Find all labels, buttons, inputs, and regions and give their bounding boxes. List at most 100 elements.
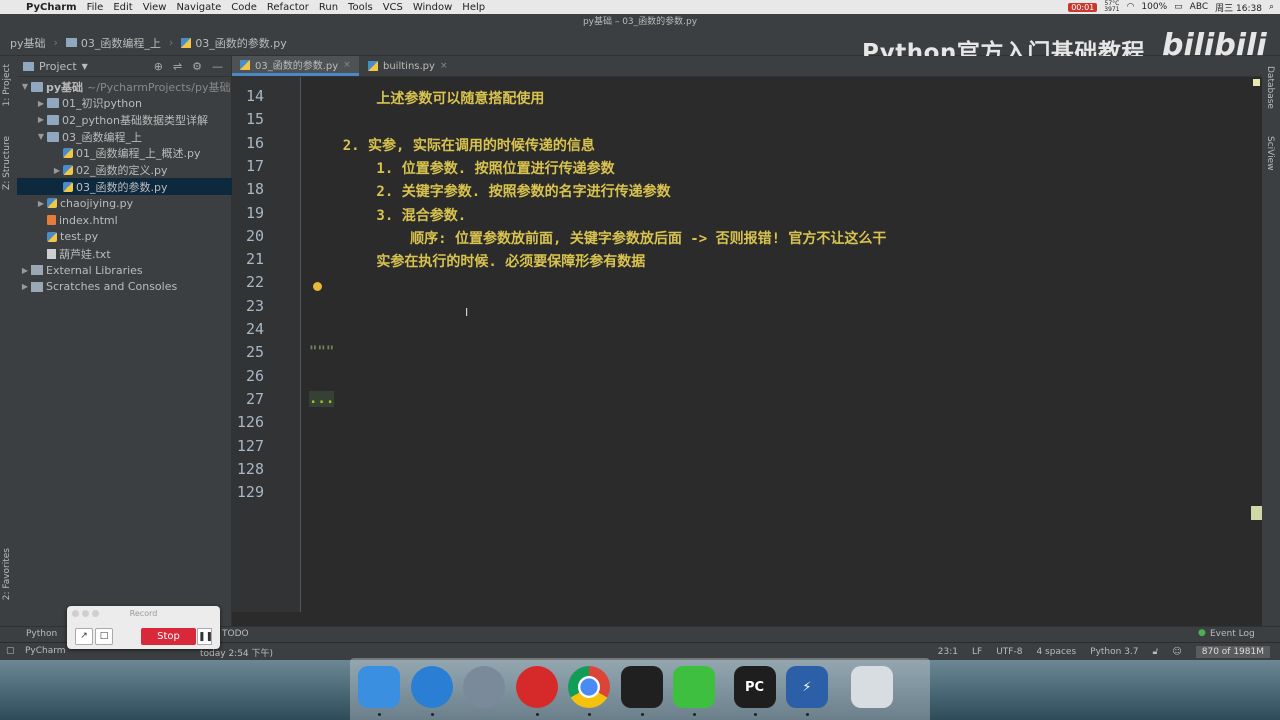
menu-code[interactable]: Code: [231, 2, 257, 13]
tree-item[interactable]: index.html: [17, 212, 249, 229]
python-console-tab[interactable]: Python: [26, 629, 57, 639]
chevron-down-icon[interactable]: ▼: [35, 132, 47, 141]
tree-item[interactable]: ▶ 02_python基础数据类型详解: [17, 111, 249, 128]
stop-button[interactable]: Stop: [141, 628, 196, 645]
pycharm-icon[interactable]: PC: [733, 666, 776, 708]
close-icon[interactable]: ×: [343, 60, 351, 70]
tree-item[interactable]: ▶ chaojiying.py: [17, 195, 249, 212]
netease-music-icon[interactable]: [515, 666, 558, 708]
chrome-icon[interactable]: [568, 666, 610, 708]
tree-item[interactable]: 葫芦娃.txt: [17, 245, 249, 262]
inspection-ok-icon[interactable]: [1253, 79, 1260, 86]
battery-icon[interactable]: ▭: [1174, 2, 1183, 12]
safari-icon[interactable]: [410, 666, 453, 708]
menu-tools[interactable]: Tools: [348, 2, 373, 13]
breadcrumb-file[interactable]: 03_函数的参数.py: [195, 35, 287, 51]
code-editor[interactable]: 上述参数可以随意搭配使用 2. 实参, 实际在调用的时候传递的信息 1. 位置参…: [301, 77, 1262, 612]
scrollbar-marker[interactable]: [1251, 506, 1262, 520]
tree-item[interactable]: ▼ py基础 ~/PycharmProjects/py基础: [17, 78, 233, 95]
chevron-right-icon[interactable]: ▶: [35, 115, 47, 124]
menu-edit[interactable]: Edit: [113, 2, 132, 13]
lock-icon[interactable]: 🔓︎: [1153, 647, 1159, 657]
tree-item[interactable]: ▶ External Libraries: [17, 262, 233, 279]
tree-item[interactable]: ▶ 01_初识python: [17, 95, 249, 112]
sciview-tool-tab[interactable]: SciView: [1265, 136, 1275, 171]
qq-icon[interactable]: [620, 666, 663, 708]
folder-icon: [31, 81, 43, 92]
menu-navigate[interactable]: Navigate: [176, 2, 221, 13]
menu-run[interactable]: Run: [319, 2, 338, 13]
breadcrumb-project[interactable]: py基础: [10, 35, 46, 51]
wifi-icon[interactable]: ◠: [1127, 2, 1135, 12]
line-number: 126: [236, 413, 264, 432]
clock[interactable]: 周三 16:38: [1215, 1, 1262, 14]
chevron-right-icon[interactable]: ▶: [19, 266, 31, 275]
line-separator[interactable]: LF: [972, 647, 982, 657]
python-file-icon: [47, 198, 57, 209]
breadcrumb-folder[interactable]: 03_函数编程_上: [81, 35, 161, 51]
chevron-right-icon[interactable]: ▶: [35, 199, 47, 208]
code-line: """: [309, 344, 335, 361]
code-line: 2. 关键字参数. 按照参数的名字进行传递参数: [309, 184, 671, 201]
hide-icon[interactable]: —: [212, 60, 223, 73]
chevron-right-icon[interactable]: ▶: [51, 166, 63, 175]
project-view-selector[interactable]: Project: [39, 60, 77, 73]
chevron-right-icon[interactable]: ▶: [35, 99, 47, 108]
database-tool-tab[interactable]: Database: [1265, 66, 1275, 109]
todo-tab[interactable]: TODO: [222, 629, 249, 639]
file-encoding[interactable]: UTF-8: [996, 647, 1022, 657]
tree-item-label: chaojiying.py: [60, 196, 134, 210]
reeder-icon[interactable]: ⚡: [786, 666, 828, 708]
pause-button[interactable]: ❚❚: [197, 628, 213, 645]
collapse-icon[interactable]: ⇌: [173, 60, 182, 73]
tree-item[interactable]: test.py: [17, 228, 249, 245]
menu-app-name[interactable]: PyCharm: [26, 2, 77, 13]
recording-indicator[interactable]: 00:01: [1068, 2, 1098, 12]
trash-icon[interactable]: [850, 666, 893, 708]
launchpad-icon[interactable]: [463, 666, 505, 708]
lightbulb-icon[interactable]: [313, 282, 322, 291]
menu-refactor[interactable]: Refactor: [267, 2, 309, 13]
favorites-tool-tab[interactable]: 2: Favorites: [2, 548, 12, 600]
tree-item[interactable]: ▼ 03_函数编程_上: [17, 128, 249, 145]
finder-icon[interactable]: [358, 666, 400, 708]
tree-item[interactable]: 03_函数的参数.py: [17, 178, 265, 196]
code-line: 1. 位置参数. 按照位置进行传递参数: [309, 160, 615, 177]
project-tool-tab[interactable]: 1: Project: [2, 64, 12, 106]
tree-item[interactable]: ▶ 02_函数的定义.py: [17, 162, 265, 179]
structure-tool-tab[interactable]: Z: Structure: [2, 136, 12, 190]
wechat-icon[interactable]: [673, 666, 715, 708]
menu-help[interactable]: Help: [462, 2, 485, 13]
status-toggle-icon[interactable]: ▢: [6, 646, 15, 656]
interpreter[interactable]: Python 3.7: [1090, 647, 1138, 657]
battery-percent[interactable]: 100%: [1141, 2, 1167, 12]
search-icon[interactable]: ⌕: [1269, 2, 1274, 12]
tree-item[interactable]: ▶ Scratches and Consoles: [17, 278, 233, 295]
locate-icon[interactable]: ⊕: [154, 60, 163, 73]
gear-icon[interactable]: ⚙: [192, 60, 202, 73]
indent-setting[interactable]: 4 spaces: [1036, 647, 1076, 657]
caret-position[interactable]: 23:1: [938, 647, 958, 657]
line-number-gutter[interactable]: 14 15 16 17 18 19 20 21 22 23 24 25 26 27 126 127 128 129: [232, 77, 301, 612]
menu-view[interactable]: View: [143, 2, 167, 13]
menu-file[interactable]: File: [87, 2, 104, 13]
library-icon: [31, 265, 43, 276]
tab-label: 03_函数的参数.py: [255, 61, 339, 72]
close-icon[interactable]: ×: [440, 61, 448, 71]
input-method[interactable]: ABC: [1190, 2, 1208, 12]
code-line: 2. 实参, 实际在调用的时候传递的信息: [309, 137, 595, 154]
pen-icon[interactable]: ↗: [75, 628, 93, 645]
chevron-down-icon[interactable]: ▼: [19, 82, 31, 91]
tab-03-params[interactable]: 03_函数的参数.py ×: [232, 56, 359, 76]
tree-item[interactable]: 01_函数编程_上_概述.py: [17, 145, 265, 162]
menu-vcs[interactable]: VCS: [383, 2, 403, 13]
event-log-tab[interactable]: Event Log: [1210, 629, 1255, 639]
tab-builtins[interactable]: builtins.py ×: [360, 56, 455, 76]
square-icon[interactable]: □: [95, 628, 113, 645]
chevron-down-icon[interactable]: ▼: [82, 62, 88, 71]
menu-window[interactable]: Window: [413, 2, 452, 13]
inspector-icon[interactable]: ☺: [1172, 647, 1181, 657]
running-indicator: [430, 713, 434, 716]
chevron-right-icon[interactable]: ▶: [19, 282, 31, 291]
memory-indicator[interactable]: 870 of 1981M: [1195, 646, 1270, 658]
